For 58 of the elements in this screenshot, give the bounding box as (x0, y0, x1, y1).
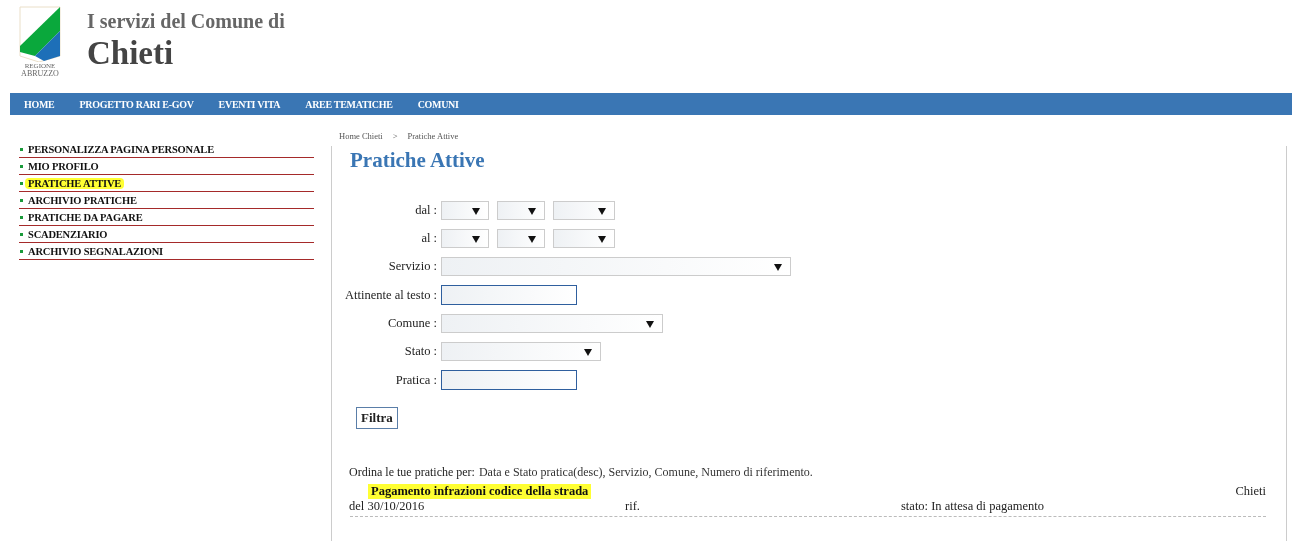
breadcrumb-link[interactable]: Home Chieti (339, 131, 383, 146)
bullet-icon (20, 181, 23, 185)
field-label: Attinente al testo : (344, 287, 437, 303)
result-title[interactable]: Pagamento infrazioni codice della strada (368, 484, 592, 499)
caret-icon (528, 236, 536, 243)
field-label: Servizio : (387, 259, 437, 274)
dropdown[interactable] (553, 201, 615, 220)
field-label: al : (420, 231, 437, 246)
caret-icon (598, 236, 606, 243)
bullet-icon (20, 164, 23, 168)
field-label: Comune : (387, 316, 437, 331)
bullet-icon (20, 249, 23, 253)
caret-icon (472, 236, 480, 243)
input-field[interactable] (441, 370, 577, 390)
result-status: stato: In attesa di pagamento (901, 499, 1044, 514)
caret-icon (774, 264, 782, 271)
sidebar-link[interactable]: PRATICHE ATTIVE (25, 177, 125, 189)
sidebar-link[interactable]: ARCHIVIO PRATICHE (28, 194, 137, 206)
sort-options: Data e Stato pratica(desc), Servizio, Comune, Numero di riferimento. (478, 465, 813, 480)
dropdown[interactable] (497, 201, 545, 220)
nav-link[interactable]: AREE TEMATICHE (305, 98, 393, 110)
caret-icon (584, 349, 592, 356)
site-subtitle: I servizi del Comune di (87, 10, 285, 33)
field-label: Stato : (403, 344, 437, 359)
sidebar-link[interactable]: SCADENZIARIO (28, 228, 108, 240)
bullet-icon (20, 198, 23, 202)
caret-icon (472, 208, 480, 215)
caret-icon (598, 208, 606, 215)
bullet-icon (20, 215, 23, 219)
caret-icon (646, 321, 654, 328)
field-label: dal : (414, 203, 437, 218)
bullet-icon (20, 147, 23, 151)
breadcrumb-separator: > (392, 131, 398, 143)
sidebar-link[interactable]: MIO PROFILO (28, 160, 99, 172)
dropdown[interactable] (553, 229, 615, 248)
breadcrumb-current: Pratiche Attive (407, 131, 459, 143)
nav-link[interactable]: EVENTI VITA (218, 98, 281, 110)
dropdown[interactable] (497, 229, 545, 248)
site-title: Chieti (87, 35, 175, 72)
filter-button[interactable]: Filtra (356, 407, 398, 429)
result-comune: Chieti (1235, 484, 1266, 499)
dropdown[interactable] (441, 229, 489, 248)
sort-label: Ordina le tue pratiche per: (349, 465, 475, 480)
sidebar-link[interactable]: PRATICHE DA PAGARE (28, 211, 143, 223)
sidebar-link[interactable]: ARCHIVIO SEGNALAZIONI (28, 245, 163, 257)
page-title: Pratiche Attive (350, 147, 486, 173)
input-field[interactable] (441, 285, 577, 305)
caret-icon (528, 208, 536, 215)
bullet-icon (20, 232, 23, 236)
dropdown[interactable] (441, 201, 489, 220)
nav-link[interactable]: COMUNI (417, 98, 459, 110)
result-reference: rif. (625, 499, 641, 514)
shield-icon (19, 6, 61, 62)
result-date: del 30/10/2016 (349, 499, 426, 514)
sidebar-link[interactable]: PERSONALIZZA PAGINA PERSONALE (28, 143, 214, 155)
nav-link[interactable]: HOME (24, 98, 55, 110)
nav-link[interactable]: PROGETTO RARI E-GOV (79, 98, 194, 110)
field-label: Pratica : (394, 372, 437, 388)
